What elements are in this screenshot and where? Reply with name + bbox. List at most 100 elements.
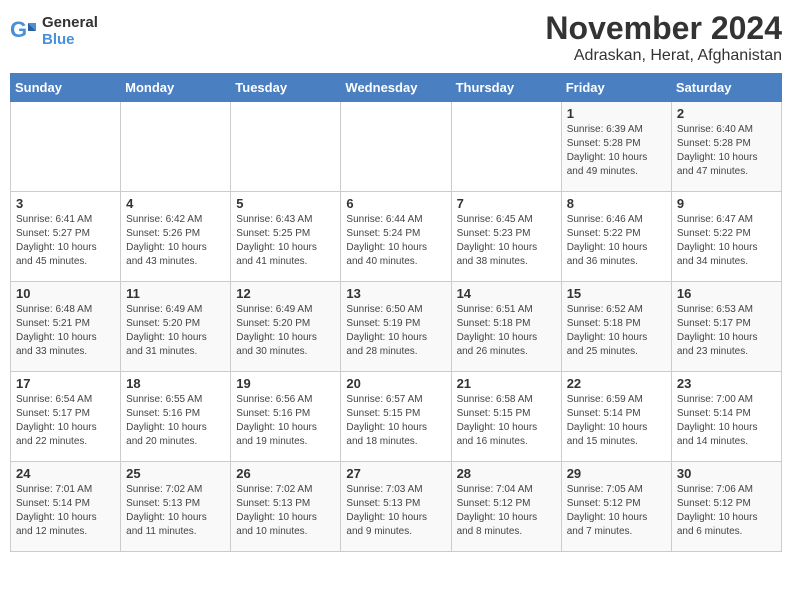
- day-number: 9: [677, 196, 776, 211]
- week-row-3: 10 Sunrise: 6:48 AM Sunset: 5:21 PM Dayli…: [11, 282, 782, 372]
- day-number: 7: [457, 196, 556, 211]
- day-number: 11: [126, 286, 225, 301]
- day-number: 24: [16, 466, 115, 481]
- calendar-table: SundayMondayTuesdayWednesdayThursdayFrid…: [10, 73, 782, 552]
- day-number: 23: [677, 376, 776, 391]
- day-number: 5: [236, 196, 335, 211]
- day-number: 16: [677, 286, 776, 301]
- calendar-cell: 7Sunrise: 6:45 AM Sunset: 5:23 PM Daylig…: [451, 192, 561, 282]
- day-number: 20: [346, 376, 445, 391]
- day-info: Sunrise: 7:00 AM Sunset: 5:14 PM Dayligh…: [677, 393, 776, 449]
- calendar-cell: 3Sunrise: 6:41 AM Sunset: 5:27 PM Daylig…: [11, 192, 121, 282]
- weekday-header-monday: Monday: [121, 74, 231, 102]
- svg-text:G: G: [10, 17, 27, 42]
- weekday-header-wednesday: Wednesday: [341, 74, 451, 102]
- calendar-cell: 1 Sunrise: 6:39 AM Sunset: 5:28 PM Daylig…: [561, 102, 671, 192]
- calendar-cell: 6 Sunrise: 6:44 AM Sunset: 5:24 PM Daylig…: [341, 192, 451, 282]
- title-block: November 2024 Adraskan, Herat, Afghanist…: [545, 10, 782, 65]
- day-info: Sunrise: 7:04 AM Sunset: 5:12 PM Dayligh…: [457, 483, 556, 539]
- day-number: 27: [346, 466, 445, 481]
- day-number: 18: [126, 376, 225, 391]
- calendar-cell: 22 Sunrise: 6:59 AM Sunset: 5:14 PM Dayli…: [561, 372, 671, 462]
- day-number: 17: [16, 376, 115, 391]
- month-title: November 2024: [545, 10, 782, 47]
- calendar-cell: 29Sunrise: 7:05 AM Sunset: 5:12 PM Dayli…: [561, 462, 671, 552]
- day-info: Sunrise: 6:53 AM Sunset: 5:17 PM Dayligh…: [677, 303, 776, 359]
- calendar-cell: 24 Sunrise: 7:01 AM Sunset: 5:14 PM Dayli…: [11, 462, 121, 552]
- day-info: Sunrise: 7:02 AM Sunset: 5:13 PM Dayligh…: [236, 483, 335, 539]
- calendar-cell: 10 Sunrise: 6:48 AM Sunset: 5:21 PM Dayli…: [11, 282, 121, 372]
- calendar-cell: 16 Sunrise: 6:53 AM Sunset: 5:17 PM Dayli…: [671, 282, 781, 372]
- day-number: 4: [126, 196, 225, 211]
- day-info: Sunrise: 6:57 AM Sunset: 5:15 PM Dayligh…: [346, 393, 445, 449]
- day-number: 30: [677, 466, 776, 481]
- calendar-cell: 15 Sunrise: 6:52 AM Sunset: 5:18 PM Dayli…: [561, 282, 671, 372]
- day-info: Sunrise: 6:54 AM Sunset: 5:17 PM Dayligh…: [16, 393, 115, 449]
- day-info: Sunrise: 7:01 AM Sunset: 5:14 PM Dayligh…: [16, 483, 115, 539]
- calendar-cell: 13 Sunrise: 6:50 AM Sunset: 5:19 PM Dayli…: [341, 282, 451, 372]
- day-number: 12: [236, 286, 335, 301]
- calendar-cell: [11, 102, 121, 192]
- day-info: Sunrise: 6:39 AM Sunset: 5:28 PM Dayligh…: [567, 123, 666, 179]
- day-number: 28: [457, 466, 556, 481]
- day-info: Sunrise: 7:03 AM Sunset: 5:13 PM Dayligh…: [346, 483, 445, 539]
- calendar-cell: 9Sunrise: 6:47 AM Sunset: 5:22 PM Daylig…: [671, 192, 781, 282]
- day-number: 10: [16, 286, 115, 301]
- calendar-cell: 21Sunrise: 6:58 AM Sunset: 5:15 PM Dayli…: [451, 372, 561, 462]
- logo: G General Blue: [10, 14, 98, 48]
- day-info: Sunrise: 6:46 AM Sunset: 5:22 PM Dayligh…: [567, 213, 666, 269]
- calendar-cell: 26 Sunrise: 7:02 AM Sunset: 5:13 PM Dayli…: [231, 462, 341, 552]
- day-info: Sunrise: 7:02 AM Sunset: 5:13 PM Dayligh…: [126, 483, 225, 539]
- day-info: Sunrise: 6:59 AM Sunset: 5:14 PM Dayligh…: [567, 393, 666, 449]
- calendar-cell: [231, 102, 341, 192]
- day-number: 1: [567, 106, 666, 121]
- calendar-cell: 2Sunrise: 6:40 AM Sunset: 5:28 PM Daylig…: [671, 102, 781, 192]
- calendar-cell: 17 Sunrise: 6:54 AM Sunset: 5:17 PM Dayli…: [11, 372, 121, 462]
- weekday-header-row: SundayMondayTuesdayWednesdayThursdayFrid…: [11, 74, 782, 102]
- day-info: Sunrise: 7:06 AM Sunset: 5:12 PM Dayligh…: [677, 483, 776, 539]
- calendar-cell: 12 Sunrise: 6:49 AM Sunset: 5:20 PM Dayli…: [231, 282, 341, 372]
- day-number: 13: [346, 286, 445, 301]
- day-info: Sunrise: 6:49 AM Sunset: 5:20 PM Dayligh…: [236, 303, 335, 359]
- calendar-cell: 20 Sunrise: 6:57 AM Sunset: 5:15 PM Dayli…: [341, 372, 451, 462]
- calendar-cell: 8 Sunrise: 6:46 AM Sunset: 5:22 PM Daylig…: [561, 192, 671, 282]
- weekday-header-sunday: Sunday: [11, 74, 121, 102]
- day-info: Sunrise: 6:44 AM Sunset: 5:24 PM Dayligh…: [346, 213, 445, 269]
- day-number: 22: [567, 376, 666, 391]
- day-number: 26: [236, 466, 335, 481]
- weekday-header-thursday: Thursday: [451, 74, 561, 102]
- week-row-5: 24 Sunrise: 7:01 AM Sunset: 5:14 PM Dayli…: [11, 462, 782, 552]
- day-number: 8: [567, 196, 666, 211]
- day-number: 19: [236, 376, 335, 391]
- day-info: Sunrise: 6:40 AM Sunset: 5:28 PM Dayligh…: [677, 123, 776, 179]
- day-info: Sunrise: 6:42 AM Sunset: 5:26 PM Dayligh…: [126, 213, 225, 269]
- calendar-cell: [451, 102, 561, 192]
- calendar-body: 1 Sunrise: 6:39 AM Sunset: 5:28 PM Daylig…: [11, 102, 782, 552]
- day-info: Sunrise: 6:50 AM Sunset: 5:19 PM Dayligh…: [346, 303, 445, 359]
- calendar-cell: 14Sunrise: 6:51 AM Sunset: 5:18 PM Dayli…: [451, 282, 561, 372]
- calendar-cell: [341, 102, 451, 192]
- calendar-cell: [121, 102, 231, 192]
- day-info: Sunrise: 6:52 AM Sunset: 5:18 PM Dayligh…: [567, 303, 666, 359]
- location-title: Adraskan, Herat, Afghanistan: [545, 47, 782, 65]
- calendar-cell: 5 Sunrise: 6:43 AM Sunset: 5:25 PM Daylig…: [231, 192, 341, 282]
- calendar-cell: 30 Sunrise: 7:06 AM Sunset: 5:12 PM Dayli…: [671, 462, 781, 552]
- day-info: Sunrise: 6:48 AM Sunset: 5:21 PM Dayligh…: [16, 303, 115, 359]
- day-info: Sunrise: 6:55 AM Sunset: 5:16 PM Dayligh…: [126, 393, 225, 449]
- calendar-cell: 19 Sunrise: 6:56 AM Sunset: 5:16 PM Dayli…: [231, 372, 341, 462]
- calendar-cell: 25Sunrise: 7:02 AM Sunset: 5:13 PM Dayli…: [121, 462, 231, 552]
- day-info: Sunrise: 6:43 AM Sunset: 5:25 PM Dayligh…: [236, 213, 335, 269]
- day-info: Sunrise: 6:56 AM Sunset: 5:16 PM Dayligh…: [236, 393, 335, 449]
- week-row-4: 17 Sunrise: 6:54 AM Sunset: 5:17 PM Dayli…: [11, 372, 782, 462]
- day-info: Sunrise: 6:41 AM Sunset: 5:27 PM Dayligh…: [16, 213, 115, 269]
- day-number: 15: [567, 286, 666, 301]
- calendar-cell: 18 Sunrise: 6:55 AM Sunset: 5:16 PM Dayli…: [121, 372, 231, 462]
- day-info: Sunrise: 6:49 AM Sunset: 5:20 PM Dayligh…: [126, 303, 225, 359]
- day-number: 6: [346, 196, 445, 211]
- day-number: 29: [567, 466, 666, 481]
- calendar-cell: 23 Sunrise: 7:00 AM Sunset: 5:14 PM Dayli…: [671, 372, 781, 462]
- week-row-2: 3Sunrise: 6:41 AM Sunset: 5:27 PM Daylig…: [11, 192, 782, 282]
- logo-icon: G: [10, 17, 38, 45]
- calendar-cell: 27 Sunrise: 7:03 AM Sunset: 5:13 PM Dayli…: [341, 462, 451, 552]
- day-number: 14: [457, 286, 556, 301]
